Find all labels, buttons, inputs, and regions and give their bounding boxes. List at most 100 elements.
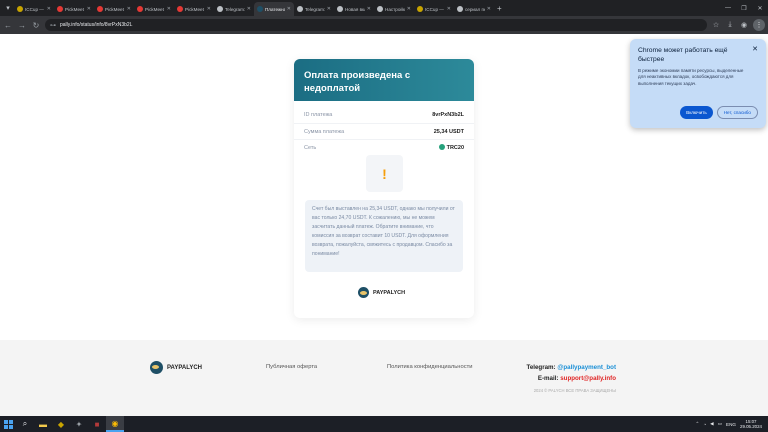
payment-details: ID платежа 8vrPxN3b2L Сумма платежа 25,3… bbox=[294, 101, 474, 155]
browser-tab[interactable]: ICCup — По✕ bbox=[14, 2, 54, 16]
tab-strip: ▾ ICCup — По✕PickMeet - Бе✕PickMeet - Бе… bbox=[0, 0, 768, 16]
tab-list: ICCup — По✕PickMeet - Бе✕PickMeet - Бе✕P… bbox=[14, 0, 494, 16]
windows-start-icon[interactable] bbox=[0, 416, 16, 432]
close-icon[interactable]: ✕ bbox=[752, 45, 758, 53]
telegram-label: Telegram: bbox=[526, 364, 556, 371]
tab-close-icon[interactable]: ✕ bbox=[327, 6, 331, 12]
search-icon[interactable]: ⌕ bbox=[16, 416, 34, 432]
profile-icon[interactable]: ◉ bbox=[739, 21, 749, 29]
card-title: Оплата произведена с недоплатой bbox=[294, 59, 474, 101]
email-link[interactable]: support@pally.info bbox=[560, 375, 616, 382]
browser-tab[interactable]: PickMeet - Бе✕ bbox=[54, 2, 94, 16]
chrome-icon[interactable]: ◉ bbox=[106, 416, 124, 432]
browser-tab[interactable]: ICCup — Бл✕ bbox=[414, 2, 454, 16]
tab-favicon-icon bbox=[177, 6, 183, 12]
tab-close-icon[interactable]: ✕ bbox=[207, 6, 211, 12]
underpayment-message: Счет был выставлен на 25,34 USDT, однако… bbox=[305, 200, 463, 272]
row-label: ID платежа bbox=[304, 112, 333, 118]
tab-close-icon[interactable]: ✕ bbox=[367, 6, 371, 12]
row-value: 8vrPxN3b2L bbox=[432, 112, 464, 118]
tab-close-icon[interactable]: ✕ bbox=[167, 6, 171, 12]
tab-title: сериал пере bbox=[465, 6, 485, 12]
footer: PAYPALYCH Публичная оферта Политика конф… bbox=[0, 340, 768, 416]
brand-logo-icon bbox=[150, 361, 163, 374]
network-row: Сеть TRC20 bbox=[294, 139, 474, 155]
enable-button[interactable]: Включить bbox=[680, 106, 713, 119]
minimize-icon[interactable]: — bbox=[720, 0, 736, 16]
game-icon[interactable]: ■ bbox=[88, 416, 106, 432]
tab-close-icon[interactable]: ✕ bbox=[407, 6, 411, 12]
tab-search-icon[interactable]: ▾ bbox=[2, 2, 14, 14]
tab-close-icon[interactable]: ✕ bbox=[127, 6, 131, 12]
forward-icon[interactable]: → bbox=[17, 21, 27, 30]
tab-close-icon[interactable]: ✕ bbox=[287, 6, 291, 12]
browser-tab[interactable]: сериал пере✕ bbox=[454, 2, 494, 16]
download-icon[interactable]: ⤓ bbox=[725, 21, 735, 29]
new-tab-button[interactable]: + bbox=[497, 4, 502, 13]
tab-title: Telegram: Vi bbox=[225, 6, 245, 12]
footer-brand[interactable]: PAYPALYCH bbox=[150, 361, 202, 374]
tab-title: PickMeet - Бе bbox=[105, 6, 125, 12]
warcraft-icon[interactable]: ◆ bbox=[52, 416, 70, 432]
system-tray: ⌃ ◔ ◀ ▭ ENG 15:07 29.05.2024 bbox=[696, 416, 762, 432]
warning-icon: ! bbox=[366, 155, 403, 192]
tab-close-icon[interactable]: ✕ bbox=[447, 6, 451, 12]
tab-title: PickMeet - Бе bbox=[185, 6, 205, 12]
tab-close-icon[interactable]: ✕ bbox=[47, 6, 51, 12]
language-indicator[interactable]: ENG bbox=[726, 422, 736, 427]
tab-favicon-icon bbox=[417, 6, 423, 12]
payment-amount-row: Сумма платежа 25,34 USDT bbox=[294, 123, 474, 139]
browser-toolbar: ← → ↻ ⊶ pally.info/status/info/8vrPxN3b2… bbox=[0, 16, 768, 34]
maximize-icon[interactable]: ❐ bbox=[736, 0, 752, 16]
popup-title: Chrome может работать ещё быстрее bbox=[638, 47, 728, 63]
close-window-icon[interactable]: ✕ bbox=[752, 0, 768, 16]
network-icon[interactable]: ◔ bbox=[703, 422, 706, 427]
privacy-policy-link[interactable]: Политика конфиденциальности bbox=[387, 364, 473, 370]
browser-tab[interactable]: Telegram: L✕ bbox=[294, 2, 334, 16]
tab-title: Платежная bbox=[265, 6, 285, 12]
url-text: pally.info/status/info/8vrPxN3b2L bbox=[60, 22, 133, 28]
tab-title: ICCup — Бл bbox=[425, 6, 445, 12]
tab-title: Настройки bbox=[385, 6, 405, 12]
bookmark-star-icon[interactable]: ☆ bbox=[711, 21, 721, 29]
tab-close-icon[interactable]: ✕ bbox=[87, 6, 91, 12]
browser-tab[interactable]: Telegram: Vi✕ bbox=[214, 2, 254, 16]
app-icon[interactable]: ✦ bbox=[70, 416, 88, 432]
row-label: Сеть bbox=[304, 144, 317, 151]
browser-tab[interactable]: Новая вкла✕ bbox=[334, 2, 374, 16]
file-explorer-icon[interactable]: ▬ bbox=[34, 416, 52, 432]
window-controls: — ❐ ✕ bbox=[720, 0, 768, 16]
tab-favicon-icon bbox=[17, 6, 23, 12]
popup-actions: Включить Нет, спасибо bbox=[680, 106, 758, 119]
tab-favicon-icon bbox=[217, 6, 223, 12]
row-value: 25,34 USDT bbox=[433, 128, 464, 135]
public-offer-link[interactable]: Публичная оферта bbox=[266, 364, 317, 370]
payment-id-row: ID платежа 8vrPxN3b2L bbox=[294, 107, 474, 123]
back-icon[interactable]: ← bbox=[3, 21, 13, 30]
tab-favicon-icon bbox=[297, 6, 303, 12]
address-bar[interactable]: ⊶ pally.info/status/info/8vrPxN3b2L bbox=[45, 19, 707, 31]
decline-button[interactable]: Нет, спасибо bbox=[716, 106, 758, 119]
clock[interactable]: 15:07 29.05.2024 bbox=[740, 419, 762, 430]
browser-tab[interactable]: PickMeet - Бе✕ bbox=[134, 2, 174, 16]
chrome-menu-icon[interactable]: ⋮ bbox=[753, 19, 765, 31]
tab-title: Telegram: L bbox=[305, 6, 325, 12]
volume-icon[interactable]: ◀ bbox=[710, 421, 714, 427]
tab-favicon-icon bbox=[337, 6, 343, 12]
browser-tab[interactable]: Платежная✕ bbox=[254, 2, 294, 16]
reload-icon[interactable]: ↻ bbox=[31, 21, 41, 30]
tab-favicon-icon bbox=[457, 6, 463, 12]
tray-expand-icon[interactable]: ⌃ bbox=[696, 421, 700, 427]
footer-contacts: Telegram: @pallypayment_bot E-mail: supp… bbox=[527, 362, 617, 384]
popup-body: В режиме экономии памяти ресурсы, выделе… bbox=[638, 68, 744, 86]
site-info-icon[interactable]: ⊶ bbox=[50, 22, 56, 29]
tab-title: PickMeet - Бе bbox=[65, 6, 85, 12]
battery-icon[interactable]: ▭ bbox=[718, 421, 722, 427]
browser-tab[interactable]: PickMeet - Бе✕ bbox=[174, 2, 214, 16]
browser-tab[interactable]: Настройки✕ bbox=[374, 2, 414, 16]
tab-close-icon[interactable]: ✕ bbox=[247, 6, 251, 12]
tab-favicon-icon bbox=[97, 6, 103, 12]
telegram-link[interactable]: @pallypayment_bot bbox=[557, 364, 616, 371]
browser-tab[interactable]: PickMeet - Бе✕ bbox=[94, 2, 134, 16]
tab-close-icon[interactable]: ✕ bbox=[487, 6, 491, 12]
